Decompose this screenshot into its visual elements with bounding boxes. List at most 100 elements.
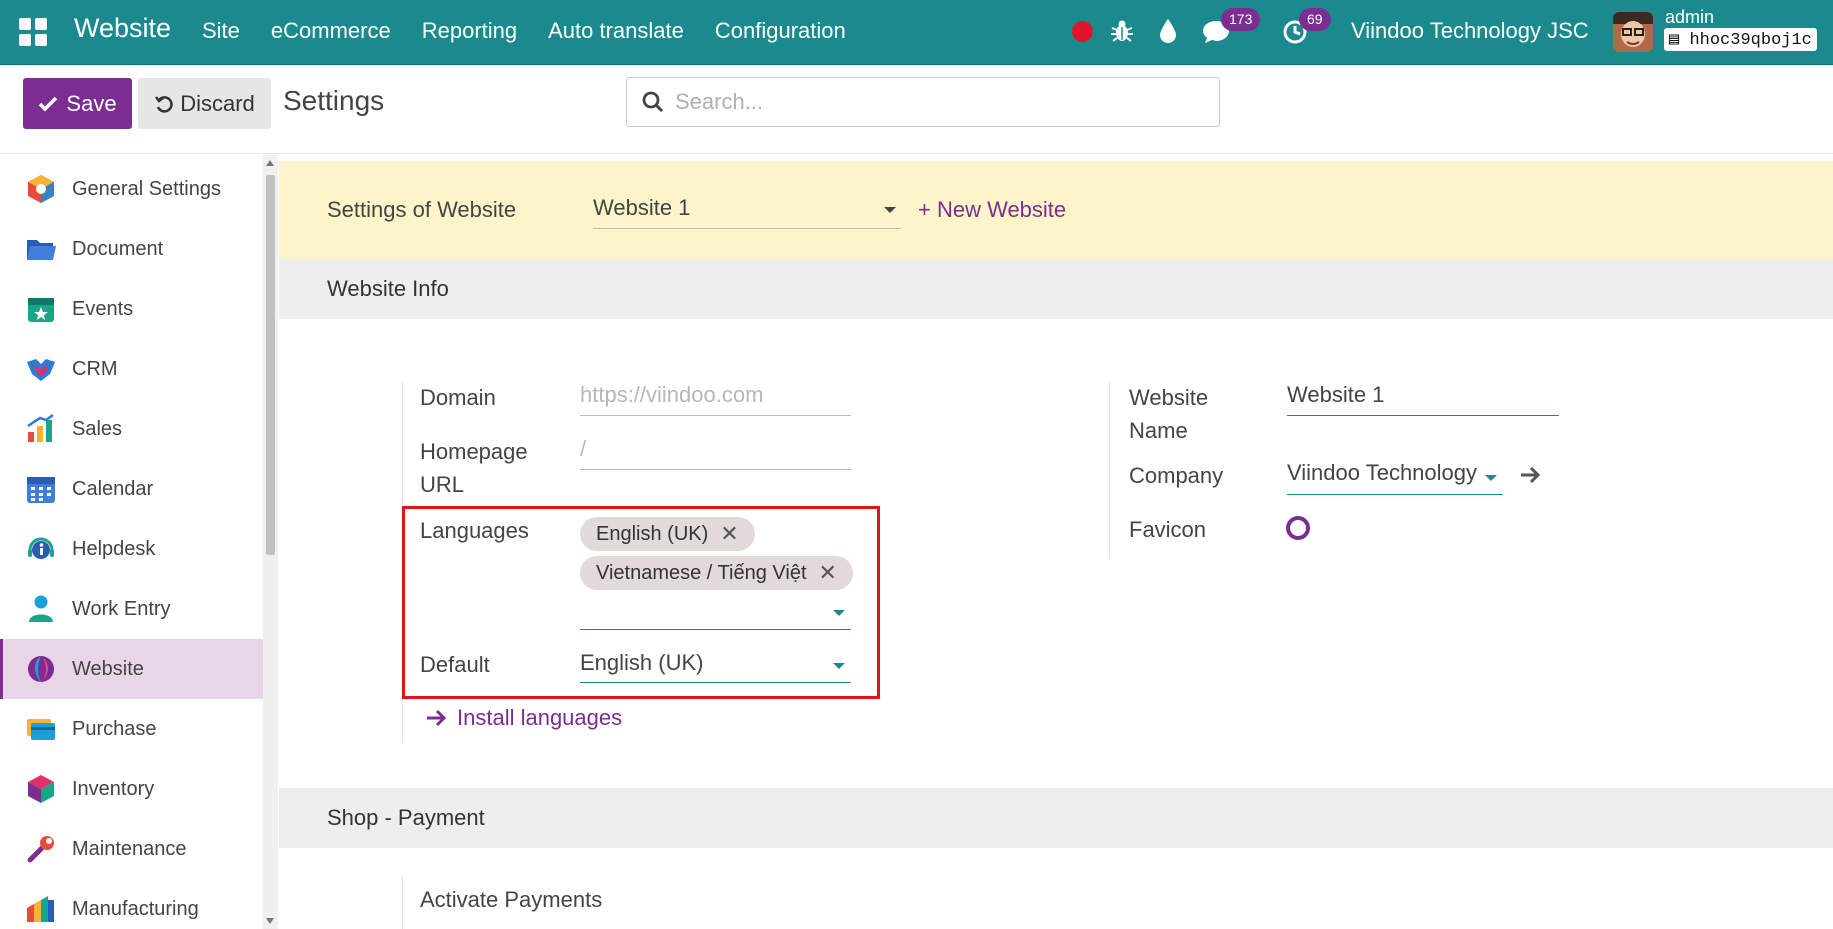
check-icon	[39, 96, 58, 111]
sidebar-item-events[interactable]: Events	[0, 279, 263, 339]
install-languages-label: Install languages	[457, 705, 623, 730]
website-select[interactable]: Website 1	[593, 195, 901, 229]
section-header-shop-payment: Shop - Payment	[279, 788, 1833, 848]
right-column-divider	[1109, 382, 1110, 557]
sidebar-item-purchase[interactable]: Purchase	[0, 699, 263, 759]
menu-configuration[interactable]: Configuration	[715, 18, 846, 44]
page-title: Settings	[283, 85, 385, 116]
main-menu: Site eCommerce Reporting Auto translate …	[202, 18, 846, 44]
database-icon: ▤	[1669, 31, 1680, 50]
drop-icon[interactable]	[1157, 17, 1179, 45]
sidebar-item-label: Website	[72, 657, 144, 680]
favicon-image[interactable]	[1286, 516, 1310, 540]
app-brand[interactable]: Website	[74, 13, 171, 44]
chevron-down-icon	[884, 207, 896, 213]
domain-placeholder: https://viindoo.com	[580, 382, 764, 407]
user-avatar[interactable]	[1613, 12, 1653, 52]
sidebar-item-calendar[interactable]: Calendar	[0, 459, 263, 519]
sidebar-item-label: Inventory	[72, 777, 155, 800]
events-icon	[28, 298, 54, 322]
maintenance-icon	[27, 836, 54, 863]
website-select-value: Website 1	[593, 195, 691, 220]
sidebar-item-manufacturing[interactable]: Manufacturing	[0, 879, 263, 929]
domain-field[interactable]: https://viindoo.com	[580, 379, 851, 416]
settings-of-website-label: Settings of Website	[327, 197, 517, 222]
sidebar-item-inventory[interactable]: Inventory	[0, 759, 263, 819]
search-icon	[642, 91, 664, 113]
payment-column-divider	[402, 877, 403, 929]
sidebar-item-crm[interactable]: CRM	[0, 339, 263, 399]
sales-icon	[27, 414, 54, 442]
website-name-label: Website Name	[1129, 385, 1209, 443]
website-name-field[interactable]: Website 1	[1287, 379, 1559, 416]
sidebar-item-label: Purchase	[72, 717, 157, 740]
scroll-down-icon[interactable]	[266, 918, 274, 924]
menu-ecommerce[interactable]: eCommerce	[271, 18, 391, 44]
company-value: Viindoo Technology	[1287, 460, 1478, 485]
section-title: Website Info	[327, 276, 449, 301]
install-languages-link[interactable]: Install languages	[425, 705, 622, 731]
sidebar-item-label: Document	[72, 237, 164, 260]
discard-label: Discard	[180, 90, 255, 116]
website-icon	[28, 656, 54, 682]
manufacturing-icon	[27, 896, 54, 922]
sidebar-item-document[interactable]: Document	[0, 219, 263, 279]
homepage-url-label: Homepage URL	[420, 439, 528, 497]
search-input[interactable]	[675, 89, 1195, 115]
database-name: ▤ hhoc39qboj1c	[1664, 28, 1817, 51]
save-button[interactable]: Save	[23, 78, 132, 129]
user-name[interactable]: admin	[1665, 7, 1714, 28]
sidebar-item-label: Helpdesk	[72, 537, 156, 560]
inventory-icon	[28, 775, 54, 803]
homepage-url-placeholder: /	[580, 436, 587, 461]
menu-site[interactable]: Site	[202, 18, 240, 44]
scroll-up-icon[interactable]	[266, 160, 274, 166]
activate-payments-label: Activate Payments	[420, 887, 603, 912]
top-navbar: Website Site eCommerce Reporting Auto tr…	[0, 0, 1833, 65]
work-entry-icon	[29, 595, 53, 622]
document-icon	[27, 240, 56, 260]
calendar-icon	[27, 477, 55, 503]
sidebar-item-label: General Settings	[72, 177, 221, 200]
sidebar-item-general-settings[interactable]: General Settings	[0, 159, 263, 219]
messages-badge: 173	[1221, 8, 1261, 31]
sidebar-item-label: Work Entry	[72, 597, 171, 620]
control-panel: Save Discard Settings	[0, 65, 1833, 154]
sidebar-item-label: Maintenance	[72, 837, 187, 860]
activities-badge: 69	[1299, 8, 1331, 31]
undo-icon	[155, 95, 173, 113]
arrow-right-icon	[427, 709, 447, 727]
sidebar-item-sales[interactable]: Sales	[0, 399, 263, 459]
sidebar-item-helpdesk[interactable]: Helpdesk	[0, 519, 263, 579]
highlight-box	[402, 506, 880, 699]
apps-menu-icon[interactable]	[19, 18, 47, 46]
new-website-button[interactable]: + New Website	[918, 197, 1066, 223]
menu-reporting[interactable]: Reporting	[422, 18, 517, 44]
crm-icon	[27, 359, 55, 381]
settings-main: Settings of Website Website 1 + New Webs…	[279, 161, 1833, 929]
sidebar-item-label: Manufacturing	[72, 897, 199, 920]
save-label: Save	[66, 90, 117, 116]
bug-icon[interactable]	[1109, 18, 1135, 44]
website-settings-banner: Settings of Website Website 1 + New Webs…	[279, 161, 1833, 259]
company-select[interactable]: Viindoo Technology	[1287, 457, 1503, 495]
menu-auto-translate[interactable]: Auto translate	[548, 18, 684, 44]
sidebar-item-label: Calendar	[72, 477, 154, 500]
general-settings-icon	[28, 175, 54, 203]
record-icon[interactable]	[1072, 21, 1093, 42]
settings-sidebar: General Settings Document Events CRM Sal…	[0, 155, 263, 929]
search-box[interactable]	[626, 77, 1220, 127]
company-external-link-icon[interactable]	[1519, 466, 1541, 484]
sidebar-scroll-thumb[interactable]	[266, 175, 275, 555]
company-switcher[interactable]: Viindoo Technology JSC	[1351, 18, 1589, 44]
sidebar-item-maintenance[interactable]: Maintenance	[0, 819, 263, 879]
homepage-url-field[interactable]: /	[580, 433, 851, 470]
sidebar-item-website[interactable]: Website	[0, 639, 263, 699]
domain-label: Domain	[420, 385, 496, 410]
company-label: Company	[1129, 463, 1224, 488]
website-name-value: Website 1	[1287, 382, 1385, 407]
discard-button[interactable]: Discard	[138, 78, 271, 129]
avatar-image	[1613, 12, 1653, 52]
section-title: Shop - Payment	[327, 805, 485, 830]
sidebar-item-work-entry[interactable]: Work Entry	[0, 579, 263, 639]
